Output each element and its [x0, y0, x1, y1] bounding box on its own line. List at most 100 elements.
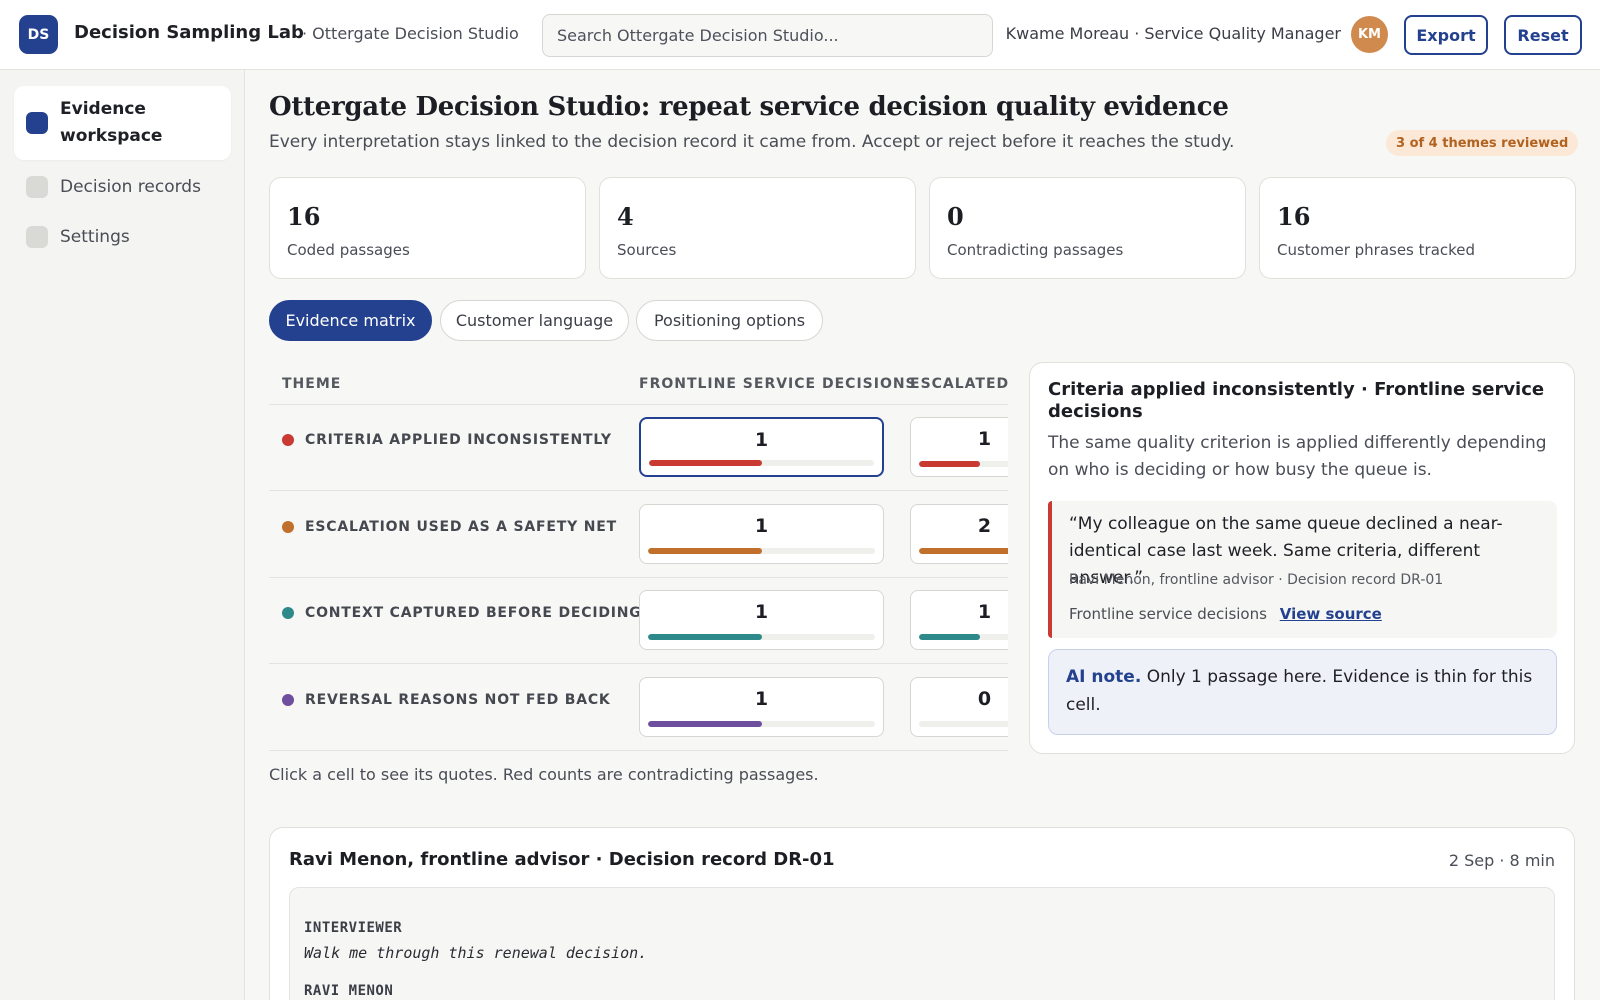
theme-dot [282, 694, 294, 706]
transcript-body: INTERVIEWER Walk me through this renewal… [289, 887, 1555, 1000]
table-row-theme: CRITERIA APPLIED INCONSISTENTLY [282, 432, 612, 448]
matrix-cell[interactable]: 1 [639, 590, 884, 650]
count-bar-track [919, 721, 1008, 727]
count-bar [648, 548, 762, 554]
search-input[interactable] [542, 14, 993, 57]
status-badge: 3 of 4 themes reviewed [1386, 130, 1579, 156]
row-divider [269, 663, 1008, 664]
square-icon [26, 226, 48, 248]
stat-label: Coded passages [287, 241, 410, 259]
matrix-cell[interactable]: 1 [910, 590, 1008, 650]
sidebar-item-settings[interactable]: Settings [14, 220, 231, 254]
quote-attribution: Ravi Menon, frontline advisor · Decision… [1069, 572, 1444, 588]
stat-label: Customer phrases tracked [1277, 241, 1476, 259]
stat-value: 4 [617, 202, 634, 231]
stat-value: 0 [947, 202, 964, 231]
sidebar-item-label: Settings [60, 226, 130, 247]
app-logo: DS [19, 15, 58, 54]
evidence-matrix: THEME FRONTLINE SERVICE DECISIONS ESCALA… [269, 362, 1008, 752]
matrix-cell[interactable]: 1 [639, 504, 884, 564]
quote-source: Frontline service decisions View source [1069, 605, 1382, 623]
matrix-cell[interactable]: 1 [639, 677, 884, 737]
tab-positioning-options[interactable]: Positioning options [636, 300, 823, 341]
cell-count: 1 [754, 688, 769, 710]
sidebar-item-label: Decision records [60, 176, 201, 197]
row-divider [269, 577, 1008, 578]
square-icon [26, 176, 48, 198]
sidebar-item-label: Evidence workspace [60, 99, 163, 146]
cell-detail-panel: Criteria applied inconsistently · Frontl… [1029, 362, 1575, 754]
stat-label: Contradicting passages [947, 241, 1124, 259]
count-bar [648, 634, 762, 640]
sidebar-item-decision-records[interactable]: Decision records [14, 170, 231, 204]
cell-count: 1 [754, 429, 769, 451]
count-bar [648, 721, 762, 727]
theme-label: CONTEXT CAPTURED BEFORE DECIDING [305, 605, 642, 621]
stat-card-customer-phrases: 16 Customer phrases tracked [1259, 177, 1576, 279]
theme-label: CRITERIA APPLIED INCONSISTENTLY [305, 432, 612, 448]
cell-count: 1 [977, 428, 992, 450]
stat-card-coded-passages: 16 Coded passages [269, 177, 586, 279]
reset-button[interactable]: Reset [1504, 15, 1582, 55]
matrix-cell[interactable]: 0 [910, 677, 1008, 737]
detail-title: Criteria applied inconsistently · Frontl… [1048, 379, 1545, 422]
table-row-theme: REVERSAL REASONS NOT FED BACK [282, 692, 611, 708]
count-bar [919, 461, 980, 467]
stat-value: 16 [1277, 202, 1311, 231]
count-bar-track [919, 461, 1008, 467]
quote-source-label: Frontline service decisions [1069, 605, 1267, 623]
column-header-escalated: ESCALATED C [910, 376, 1008, 392]
count-bar-track [648, 548, 875, 554]
count-bar [649, 460, 762, 466]
top-bar: DS Decision Sampling Lab · Ottergate Dec… [0, 0, 1600, 70]
column-header-frontline: FRONTLINE SERVICE DECISIONS [639, 376, 917, 392]
user-name-label: Kwame Moreau · Service Quality Manager [1005, 24, 1341, 43]
detail-description: The same quality criterion is applied di… [1048, 433, 1547, 480]
transcript-speaker: RAVI MENON [304, 983, 394, 999]
count-bar-track [648, 721, 875, 727]
matrix-cell[interactable]: 2 [910, 504, 1008, 564]
column-header-theme: THEME [282, 376, 342, 392]
stat-card-contradicting-passages: 0 Contradicting passages [929, 177, 1246, 279]
tab-evidence-matrix[interactable]: Evidence matrix [269, 300, 432, 341]
transcript-title: Ravi Menon, frontline advisor · Decision… [289, 849, 835, 870]
theme-dot [282, 521, 294, 533]
page-subtitle: Every interpretation stays linked to the… [269, 132, 1235, 152]
ai-note-label: AI note. [1066, 667, 1142, 687]
workspace-breadcrumb[interactable]: · Ottergate Decision Studio [302, 24, 519, 43]
export-button[interactable]: Export [1404, 15, 1488, 55]
view-source-link[interactable]: View source [1280, 605, 1382, 623]
stat-label: Sources [617, 241, 677, 259]
transcript-line: Walk me through this renewal decision. [304, 944, 648, 962]
square-icon [26, 112, 48, 134]
row-divider [269, 490, 1008, 491]
tab-customer-language[interactable]: Customer language [440, 300, 629, 341]
stat-value: 16 [287, 202, 321, 231]
row-divider [269, 404, 1008, 405]
theme-label: ESCALATION USED AS A SAFETY NET [305, 519, 617, 535]
sidebar: Evidence workspace Decision records Sett… [0, 70, 245, 1000]
theme-label: REVERSAL REASONS NOT FED BACK [305, 692, 611, 708]
theme-dot [282, 607, 294, 619]
cell-count: 2 [977, 515, 992, 537]
avatar[interactable]: KM [1351, 16, 1388, 53]
stat-card-sources: 4 Sources [599, 177, 916, 279]
cell-count: 1 [754, 515, 769, 537]
count-bar [919, 548, 1008, 554]
ai-note: AI note. Only 1 passage here. Evidence i… [1048, 649, 1557, 735]
count-bar-track [648, 634, 875, 640]
theme-dot [282, 434, 294, 446]
matrix-cell[interactable]: 1 [910, 417, 1008, 477]
matrix-cell[interactable]: 1 [639, 417, 884, 477]
transcript-card: Ravi Menon, frontline advisor · Decision… [269, 827, 1575, 1000]
page-title: Ottergate Decision Studio: repeat servic… [269, 92, 1229, 122]
count-bar [919, 634, 980, 640]
cell-count: 1 [977, 601, 992, 623]
matrix-hint: Click a cell to see its quotes. Red coun… [269, 765, 819, 784]
ai-note-text: AI note. Only 1 passage here. Evidence i… [1066, 663, 1536, 719]
sidebar-item-evidence-workspace[interactable]: Evidence workspace [14, 86, 231, 160]
row-divider [269, 750, 1008, 751]
quote-card: “My colleague on the same queue declined… [1048, 501, 1557, 638]
table-row-theme: ESCALATION USED AS A SAFETY NET [282, 519, 617, 535]
transcript-speaker: INTERVIEWER [304, 920, 403, 936]
